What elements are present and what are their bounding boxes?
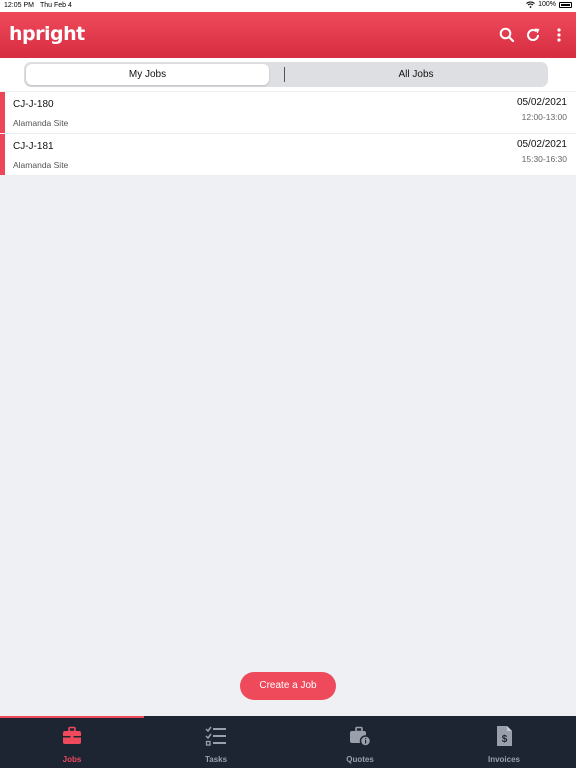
briefcase-icon: [63, 726, 81, 744]
job-date: 05/02/2021: [516, 97, 567, 108]
tab-invoices[interactable]: $ Invoices: [432, 718, 576, 768]
tab-quotes[interactable]: Quotes: [288, 718, 432, 768]
job-accent-bar: [0, 92, 5, 133]
app-header: hpright: [0, 12, 576, 58]
battery-icon: [559, 1, 572, 8]
quote-icon: [350, 726, 371, 747]
job-accent-bar: [0, 134, 5, 175]
status-date: Thu Feb 4: [40, 2, 72, 9]
segment-all-jobs[interactable]: All Jobs: [286, 64, 546, 85]
tab-bar: Jobs Tasks Quotes $ Invoices: [0, 716, 576, 768]
job-row[interactable]: CJ-J-180 Alamanda Site 05/02/2021 12:00-…: [0, 92, 576, 134]
create-job-button[interactable]: Create a Job: [240, 672, 336, 700]
app-logo: hpright: [9, 23, 85, 45]
status-bar: 12:05 PM Thu Feb 4 100%: [0, 0, 576, 12]
invoice-icon: $: [497, 726, 512, 746]
status-right: 100%: [526, 1, 572, 8]
job-code: CJ-J-181: [13, 141, 54, 152]
tab-tasks[interactable]: Tasks: [144, 718, 288, 768]
tab-label-tasks: Tasks: [204, 755, 228, 764]
job-date: 05/02/2021: [516, 139, 567, 150]
job-site: Alamanda Site: [13, 160, 69, 170]
status-time: 12:05 PM: [4, 2, 34, 9]
svg-text:$: $: [502, 734, 508, 745]
tab-label-invoices: Invoices: [487, 755, 520, 764]
refresh-icon[interactable]: [524, 26, 542, 44]
job-time: 15:30-16:30: [521, 154, 567, 164]
checklist-icon: [205, 726, 226, 746]
segment-divider: [284, 67, 285, 82]
tab-label-jobs: Jobs: [62, 755, 82, 764]
segment-my-jobs[interactable]: My Jobs: [26, 64, 269, 85]
segmented-control: My Jobs All Jobs: [24, 62, 548, 87]
job-list: CJ-J-180 Alamanda Site 05/02/2021 12:00-…: [0, 92, 576, 176]
battery-percent: 100%: [538, 1, 556, 8]
job-time: 12:00-13:00: [521, 112, 567, 122]
job-site: Alamanda Site: [13, 118, 69, 128]
tab-label-quotes: Quotes: [346, 755, 374, 764]
more-icon[interactable]: [550, 26, 568, 44]
search-icon[interactable]: [498, 26, 516, 44]
job-row[interactable]: CJ-J-181 Alamanda Site 05/02/2021 15:30-…: [0, 134, 576, 176]
segment-bar: My Jobs All Jobs: [0, 58, 576, 91]
wifi-icon: [526, 1, 535, 8]
tab-jobs[interactable]: Jobs: [0, 718, 144, 768]
job-code: CJ-J-180: [13, 99, 54, 110]
